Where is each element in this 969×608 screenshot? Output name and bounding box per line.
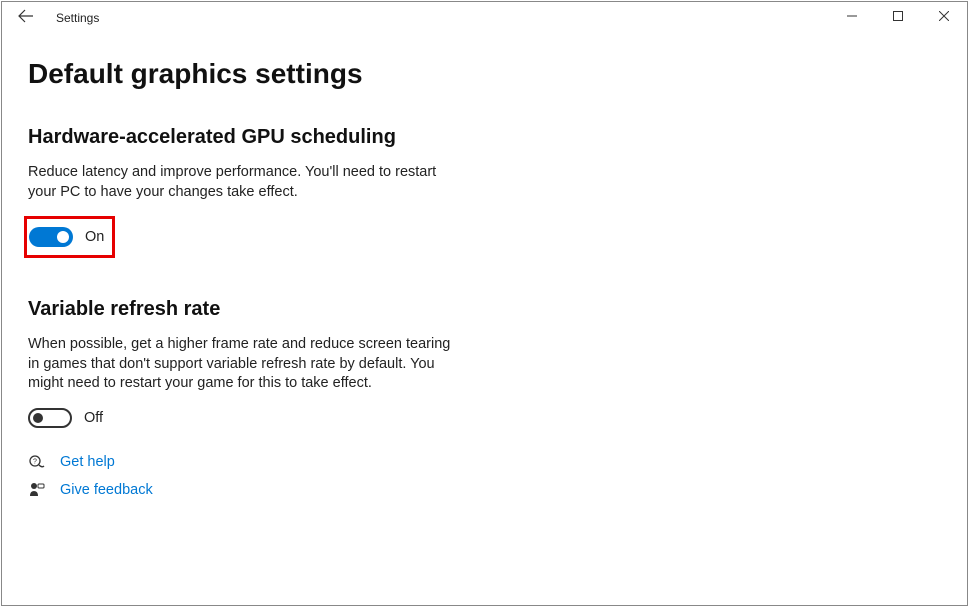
get-help-row: ? Get help: [28, 454, 941, 470]
arrow-left-icon: [18, 8, 34, 29]
toggle-knob: [57, 231, 69, 243]
give-feedback-row: Give feedback: [28, 482, 941, 498]
maximize-icon: [893, 8, 903, 26]
get-help-link[interactable]: Get help: [60, 454, 115, 470]
variable-refresh-heading: Variable refresh rate: [28, 298, 941, 321]
gpu-scheduling-section: Hardware-accelerated GPU scheduling Redu…: [28, 126, 941, 258]
variable-refresh-toggle[interactable]: [28, 408, 72, 428]
content-area: Default graphics settings Hardware-accel…: [2, 34, 967, 498]
toggle-knob: [33, 413, 43, 423]
variable-refresh-section: Variable refresh rate When possible, get…: [28, 298, 941, 428]
variable-refresh-toggle-label: Off: [84, 410, 103, 426]
page-title: Default graphics settings: [28, 58, 941, 90]
gpu-scheduling-toggle-label: On: [85, 229, 104, 245]
close-button[interactable]: [921, 2, 967, 32]
svg-text:?: ?: [33, 458, 37, 465]
gpu-scheduling-toggle-row: On: [29, 227, 104, 247]
settings-window: Settings Default graphics settings Har: [1, 1, 968, 606]
close-icon: [939, 8, 949, 26]
variable-refresh-toggle-row: Off: [28, 408, 941, 428]
variable-refresh-description: When possible, get a higher frame rate a…: [28, 335, 458, 394]
feedback-icon: [28, 482, 46, 498]
titlebar: Settings: [2, 2, 967, 34]
maximize-button[interactable]: [875, 2, 921, 32]
gpu-scheduling-description: Reduce latency and improve performance. …: [28, 163, 458, 202]
back-button[interactable]: [6, 3, 46, 33]
minimize-icon: [847, 8, 857, 26]
minimize-button[interactable]: [829, 2, 875, 32]
window-controls: [829, 2, 967, 32]
help-icon: ?: [28, 454, 46, 470]
give-feedback-link[interactable]: Give feedback: [60, 482, 153, 498]
gpu-scheduling-heading: Hardware-accelerated GPU scheduling: [28, 126, 941, 149]
window-title: Settings: [56, 11, 99, 25]
gpu-scheduling-toggle[interactable]: [29, 227, 73, 247]
highlight-annotation: On: [24, 216, 115, 258]
